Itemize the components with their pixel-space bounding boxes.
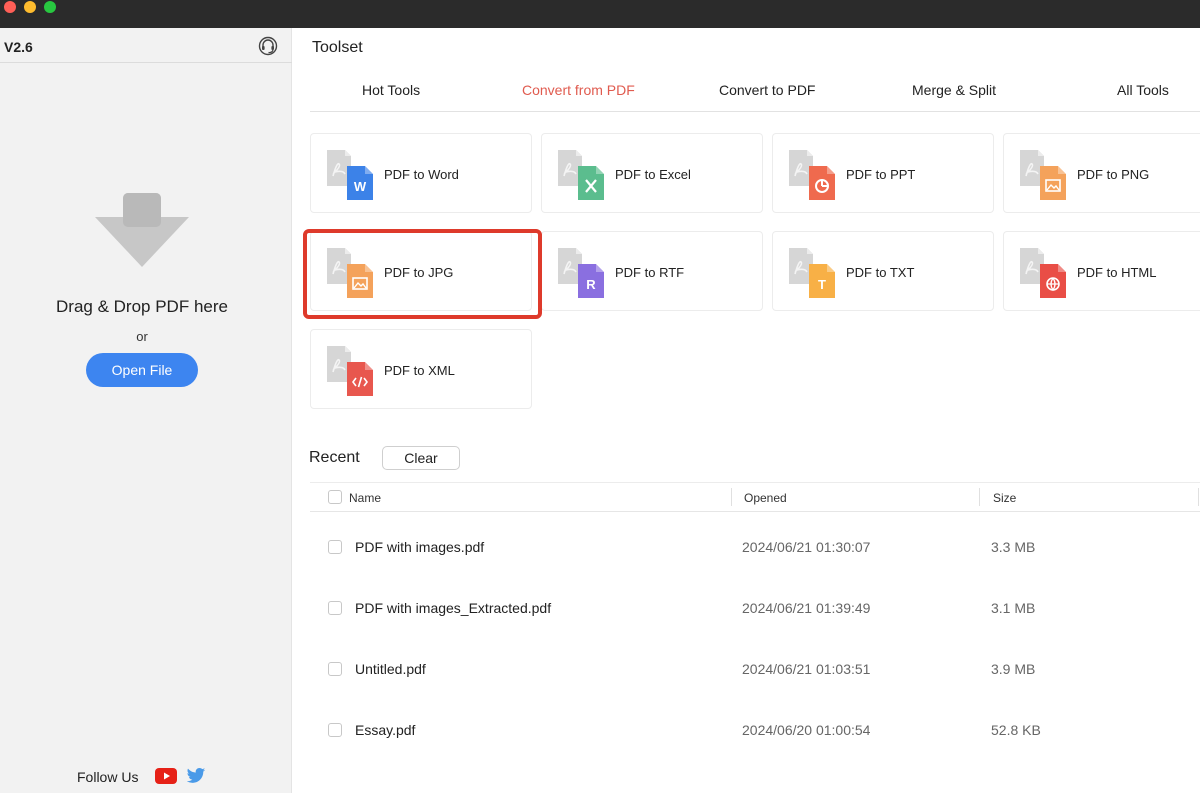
tool-pdf-to-txt[interactable]: T PDF to TXT	[772, 231, 994, 311]
open-file-button[interactable]: Open File	[86, 353, 198, 387]
toolset-tabs: Hot Tools Convert from PDF Convert to PD…	[310, 72, 1200, 112]
svg-text:R: R	[586, 277, 596, 292]
tool-label: PDF to Word	[384, 167, 459, 182]
tab-merge-split[interactable]: Merge & Split	[912, 82, 996, 98]
close-window-button[interactable]	[4, 1, 16, 13]
row-checkbox[interactable]	[328, 540, 342, 554]
tab-convert-to-pdf[interactable]: Convert to PDF	[719, 82, 815, 98]
table-row[interactable]: Untitled.pdf 2024/06/21 01:03:51 3.9 MB	[310, 639, 1200, 700]
tool-label: PDF to PPT	[846, 167, 916, 182]
file-name: PDF with images_Extracted.pdf	[355, 600, 552, 616]
tool-label: PDF to HTML	[1077, 265, 1157, 280]
file-name: Essay.pdf	[355, 722, 416, 738]
tab-all-tools[interactable]: All Tools	[1117, 82, 1169, 98]
tool-label: PDF to RTF	[615, 265, 685, 280]
table-row[interactable]: PDF with images.pdf 2024/06/21 01:30:07 …	[310, 517, 1200, 578]
rtf-file-icon: R	[558, 248, 604, 298]
tool-label: PDF to TXT	[846, 265, 915, 280]
twitter-icon[interactable]	[186, 767, 206, 785]
png-file-icon	[1020, 150, 1066, 200]
jpg-file-icon	[327, 248, 373, 298]
tool-label: PDF to XML	[384, 363, 455, 378]
file-opened: 2024/06/21 01:39:49	[742, 600, 871, 616]
tab-hot-tools[interactable]: Hot Tools	[362, 82, 420, 98]
sidebar-divider	[0, 62, 292, 63]
column-size[interactable]: Size	[993, 491, 1016, 505]
row-checkbox[interactable]	[328, 723, 342, 737]
html-file-icon	[1020, 248, 1066, 298]
word-file-icon: W	[327, 150, 373, 200]
file-name: Untitled.pdf	[355, 661, 426, 677]
drop-arrow-icon	[95, 193, 189, 267]
tool-pdf-to-ppt[interactable]: PDF to PPT	[772, 133, 994, 213]
file-opened: 2024/06/21 01:03:51	[742, 661, 871, 677]
recent-title: Recent	[309, 449, 360, 466]
row-checkbox[interactable]	[328, 601, 342, 615]
file-opened: 2024/06/20 01:00:54	[742, 722, 871, 738]
headset-icon[interactable]	[258, 36, 278, 56]
follow-us-label: Follow Us	[77, 769, 139, 785]
file-size: 3.3 MB	[991, 539, 1036, 555]
tool-label: PDF to Excel	[615, 167, 691, 182]
file-size: 52.8 KB	[991, 722, 1041, 738]
file-opened: 2024/06/21 01:30:07	[742, 539, 871, 555]
zoom-window-button[interactable]	[44, 1, 56, 13]
clear-button[interactable]: Clear	[382, 446, 460, 470]
svg-text:W: W	[354, 179, 367, 194]
tool-label: PDF to JPG	[384, 265, 454, 280]
xml-file-icon	[327, 346, 373, 396]
toolset-title: Toolset	[312, 39, 363, 56]
recent-table-header: Name Opened Size	[310, 482, 1200, 512]
column-divider	[979, 488, 980, 506]
table-row[interactable]: Essay.pdf 2024/06/20 01:00:54 52.8 KB	[310, 700, 1200, 761]
select-all-checkbox[interactable]	[328, 490, 342, 504]
column-opened[interactable]: Opened	[744, 491, 787, 505]
window-titlebar	[0, 0, 1200, 28]
table-row[interactable]: PDF with images_Extracted.pdf 2024/06/21…	[310, 578, 1200, 639]
tool-pdf-to-html[interactable]: PDF to HTML	[1003, 231, 1200, 311]
app-version: V2.6	[4, 39, 33, 55]
row-checkbox[interactable]	[328, 662, 342, 676]
drop-hint: Drag & Drop PDF here	[56, 297, 228, 316]
ppt-file-icon	[789, 150, 835, 200]
file-name: PDF with images.pdf	[355, 539, 485, 555]
sidebar: V2.6 Drag & Drop PDF here or Open File F…	[0, 28, 292, 793]
excel-file-icon	[558, 150, 604, 200]
column-name[interactable]: Name	[349, 491, 381, 505]
file-size: 3.9 MB	[991, 661, 1036, 677]
tool-pdf-to-png[interactable]: PDF to PNG	[1003, 133, 1200, 213]
tool-pdf-to-xml[interactable]: PDF to XML	[310, 329, 532, 409]
column-divider	[1198, 488, 1199, 506]
column-divider	[731, 488, 732, 506]
tool-label: PDF to PNG	[1077, 167, 1150, 182]
tool-pdf-to-rtf[interactable]: R PDF to RTF	[541, 231, 763, 311]
svg-text:T: T	[818, 277, 826, 292]
or-separator: or	[136, 329, 148, 344]
tool-pdf-to-word[interactable]: W PDF to Word	[310, 133, 532, 213]
txt-file-icon: T	[789, 248, 835, 298]
tool-pdf-to-jpg[interactable]: PDF to JPG	[310, 231, 532, 311]
youtube-icon[interactable]	[155, 768, 177, 784]
minimize-window-button[interactable]	[24, 1, 36, 13]
tab-convert-from-pdf[interactable]: Convert from PDF	[522, 82, 635, 98]
file-size: 3.1 MB	[991, 600, 1036, 616]
tool-pdf-to-excel[interactable]: PDF to Excel	[541, 133, 763, 213]
